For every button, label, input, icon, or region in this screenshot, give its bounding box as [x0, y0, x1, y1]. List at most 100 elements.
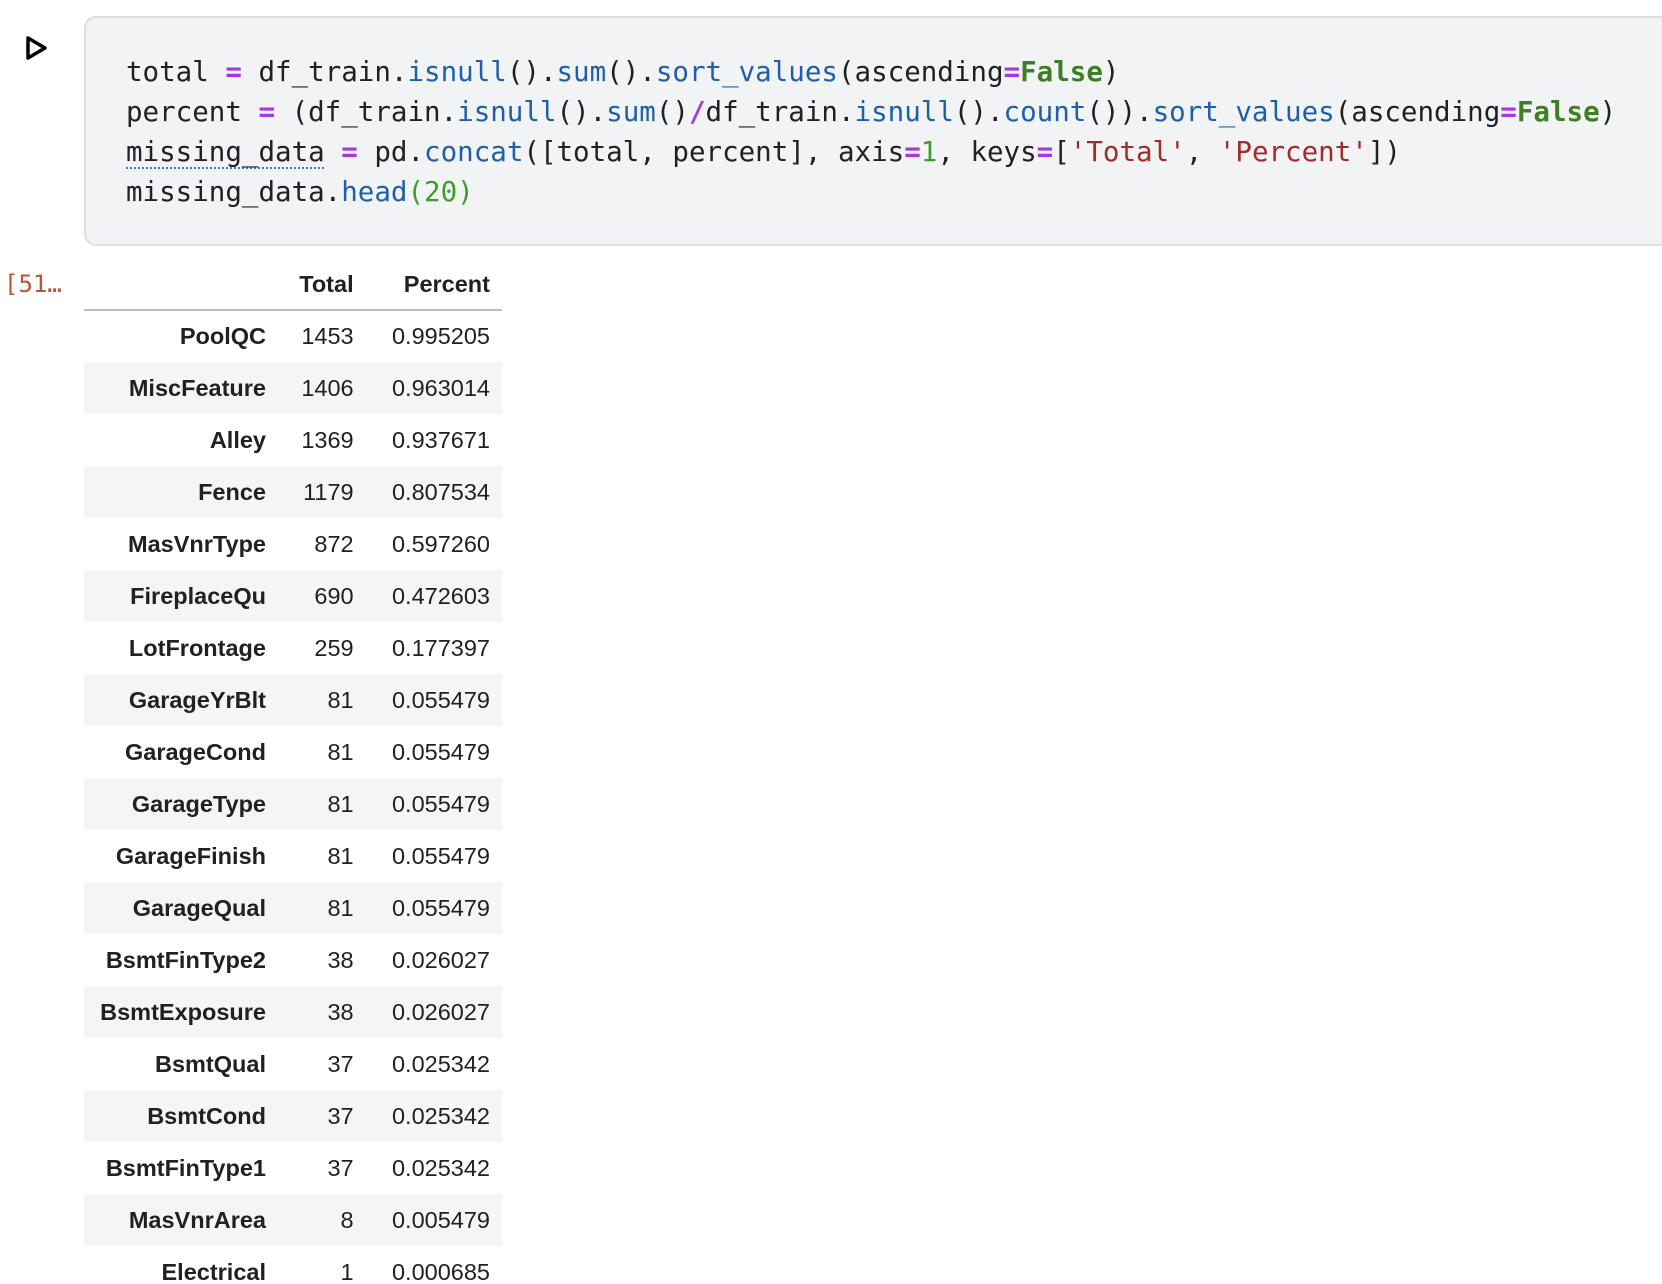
code-token: sum [556, 56, 607, 88]
row-index-label: LotFrontage [128, 634, 266, 661]
total-cell: 37 [327, 1050, 354, 1077]
percent-cell: 0.055479 [391, 738, 490, 765]
code-token: (df_train. [275, 96, 458, 128]
code-token: (). [506, 56, 557, 88]
code-token: () [655, 96, 689, 128]
table-row: GarageCond 81 0.055479 [84, 726, 502, 778]
row-index-label: MiscFeature [128, 374, 266, 401]
row-index-label: BsmtFinType1 [105, 1154, 266, 1181]
percent-cell: 0.597260 [391, 530, 490, 557]
total-cell: 259 [314, 634, 354, 661]
code-line: missing_data = pd.concat([total, percent… [126, 132, 1616, 172]
code-token: percent [126, 96, 259, 128]
total-cell: 81 [327, 686, 354, 713]
row-index-label: MasVnrType [128, 530, 266, 557]
code-token: (ascending [837, 56, 1004, 88]
total-cell: 38 [327, 998, 354, 1025]
code-token: , [1185, 136, 1219, 168]
table-row: BsmtExposure 38 0.026027 [84, 986, 502, 1038]
total-cell: 690 [314, 582, 354, 609]
code-token: (). [556, 96, 607, 128]
total-cell: 37 [327, 1154, 354, 1181]
code-line: total = df_train.isnull().sum().sort_val… [126, 52, 1616, 92]
percent-cell: 0.026027 [391, 946, 490, 973]
percent-cell: 0.055479 [391, 894, 490, 921]
total-cell: 1369 [301, 426, 354, 453]
percent-cell: 0.025342 [391, 1102, 490, 1129]
table-row: GarageYrBlt 81 0.055479 [84, 674, 502, 726]
percent-cell: 0.472603 [391, 582, 490, 609]
table-row: BsmtQual 37 0.025342 [84, 1038, 502, 1090]
percent-cell: 0.026027 [391, 998, 490, 1025]
code-token: False [1020, 56, 1103, 88]
percent-cell: 0.807534 [391, 478, 490, 505]
code-token: ) [1599, 96, 1617, 128]
percent-cell: 0.025342 [391, 1050, 490, 1077]
table-row: FireplaceQu 690 0.472603 [84, 570, 502, 622]
code-token: sum [606, 96, 656, 128]
code-token: ]) [1367, 136, 1401, 168]
table-row: BsmtFinType1 37 0.025342 [84, 1142, 502, 1194]
code-token: sort_values [1152, 96, 1335, 128]
percent-cell: 0.055479 [391, 790, 490, 817]
table-header-row: Total Percent [84, 260, 502, 310]
total-cell: 872 [314, 530, 354, 557]
code-token: isnull [457, 96, 557, 128]
code-token: (). [606, 56, 656, 88]
code-token: = [1003, 56, 1021, 88]
run-cell-button[interactable] [20, 34, 52, 66]
percent-cell: 0.963014 [391, 374, 490, 401]
row-index-label: GarageYrBlt [128, 686, 266, 713]
code-token: / [688, 96, 706, 128]
table-row: MiscFeature 1406 0.963014 [84, 362, 502, 414]
table-row: GarageFinish 81 0.055479 [84, 830, 502, 882]
code-token: missing_data [126, 136, 325, 168]
row-index-label: GarageFinish [115, 842, 266, 869]
row-index-label: Electrical [161, 1258, 266, 1284]
row-index-label: FireplaceQu [130, 582, 266, 609]
table-row: Fence 1179 0.807534 [84, 466, 502, 518]
code-cell-editor[interactable]: total = df_train.isnull().sum().sort_val… [84, 16, 1662, 246]
code-token: (). [953, 96, 1004, 128]
play-icon [23, 34, 49, 67]
code-text[interactable]: total = df_train.isnull().sum().sort_val… [126, 52, 1616, 212]
row-index-label: Fence [198, 478, 266, 505]
code-token: df_train. [241, 56, 408, 88]
code-token: df_train. [705, 96, 855, 128]
table-row: PoolQC 1453 0.995205 [84, 310, 502, 362]
code-token: (ascending [1334, 96, 1501, 128]
output-dataframe-table: Total Percent PoolQC 1453 0.995205 MiscFeat… [84, 260, 502, 1284]
code-token: head [341, 176, 408, 208]
code-token: ) [1102, 56, 1120, 88]
code-token: 'Percent' [1218, 136, 1368, 168]
total-cell: 8 [340, 1206, 354, 1233]
table-row: Alley 1369 0.937671 [84, 414, 502, 466]
code-token: ()). [1086, 96, 1153, 128]
row-index-label: GarageCond [124, 738, 266, 765]
code-token: = [225, 56, 242, 88]
table-row: BsmtCond 37 0.025342 [84, 1090, 502, 1142]
row-index-label: GarageQual [132, 894, 266, 921]
total-cell: 81 [327, 790, 354, 817]
code-token: = [1500, 96, 1517, 128]
code-token: count [1003, 96, 1087, 128]
total-cell: 81 [327, 894, 354, 921]
percent-cell: 0.937671 [391, 426, 490, 453]
row-index-label: BsmtQual [155, 1050, 266, 1077]
total-cell: 1453 [301, 323, 354, 349]
code-token: isnull [854, 96, 954, 128]
code-token: [ [1053, 136, 1070, 168]
percent-cell: 0.005479 [391, 1206, 490, 1233]
total-cell: 81 [327, 738, 354, 765]
table-row: GarageQual 81 0.055479 [84, 882, 502, 934]
row-index-label: PoolQC [179, 323, 266, 349]
percent-cell: 0.055479 [391, 686, 490, 713]
code-token: ([total, percent], axis [523, 136, 905, 168]
row-index-label: MasVnrArea [128, 1206, 266, 1233]
table-body: PoolQC 1453 0.995205 MiscFeature 1406 0.96301… [84, 310, 502, 1284]
row-index-label: GarageType [131, 790, 266, 817]
code-line: missing_data.head(20) [126, 172, 1616, 212]
code-token: (20) [407, 176, 474, 208]
code-token: = [341, 136, 358, 168]
